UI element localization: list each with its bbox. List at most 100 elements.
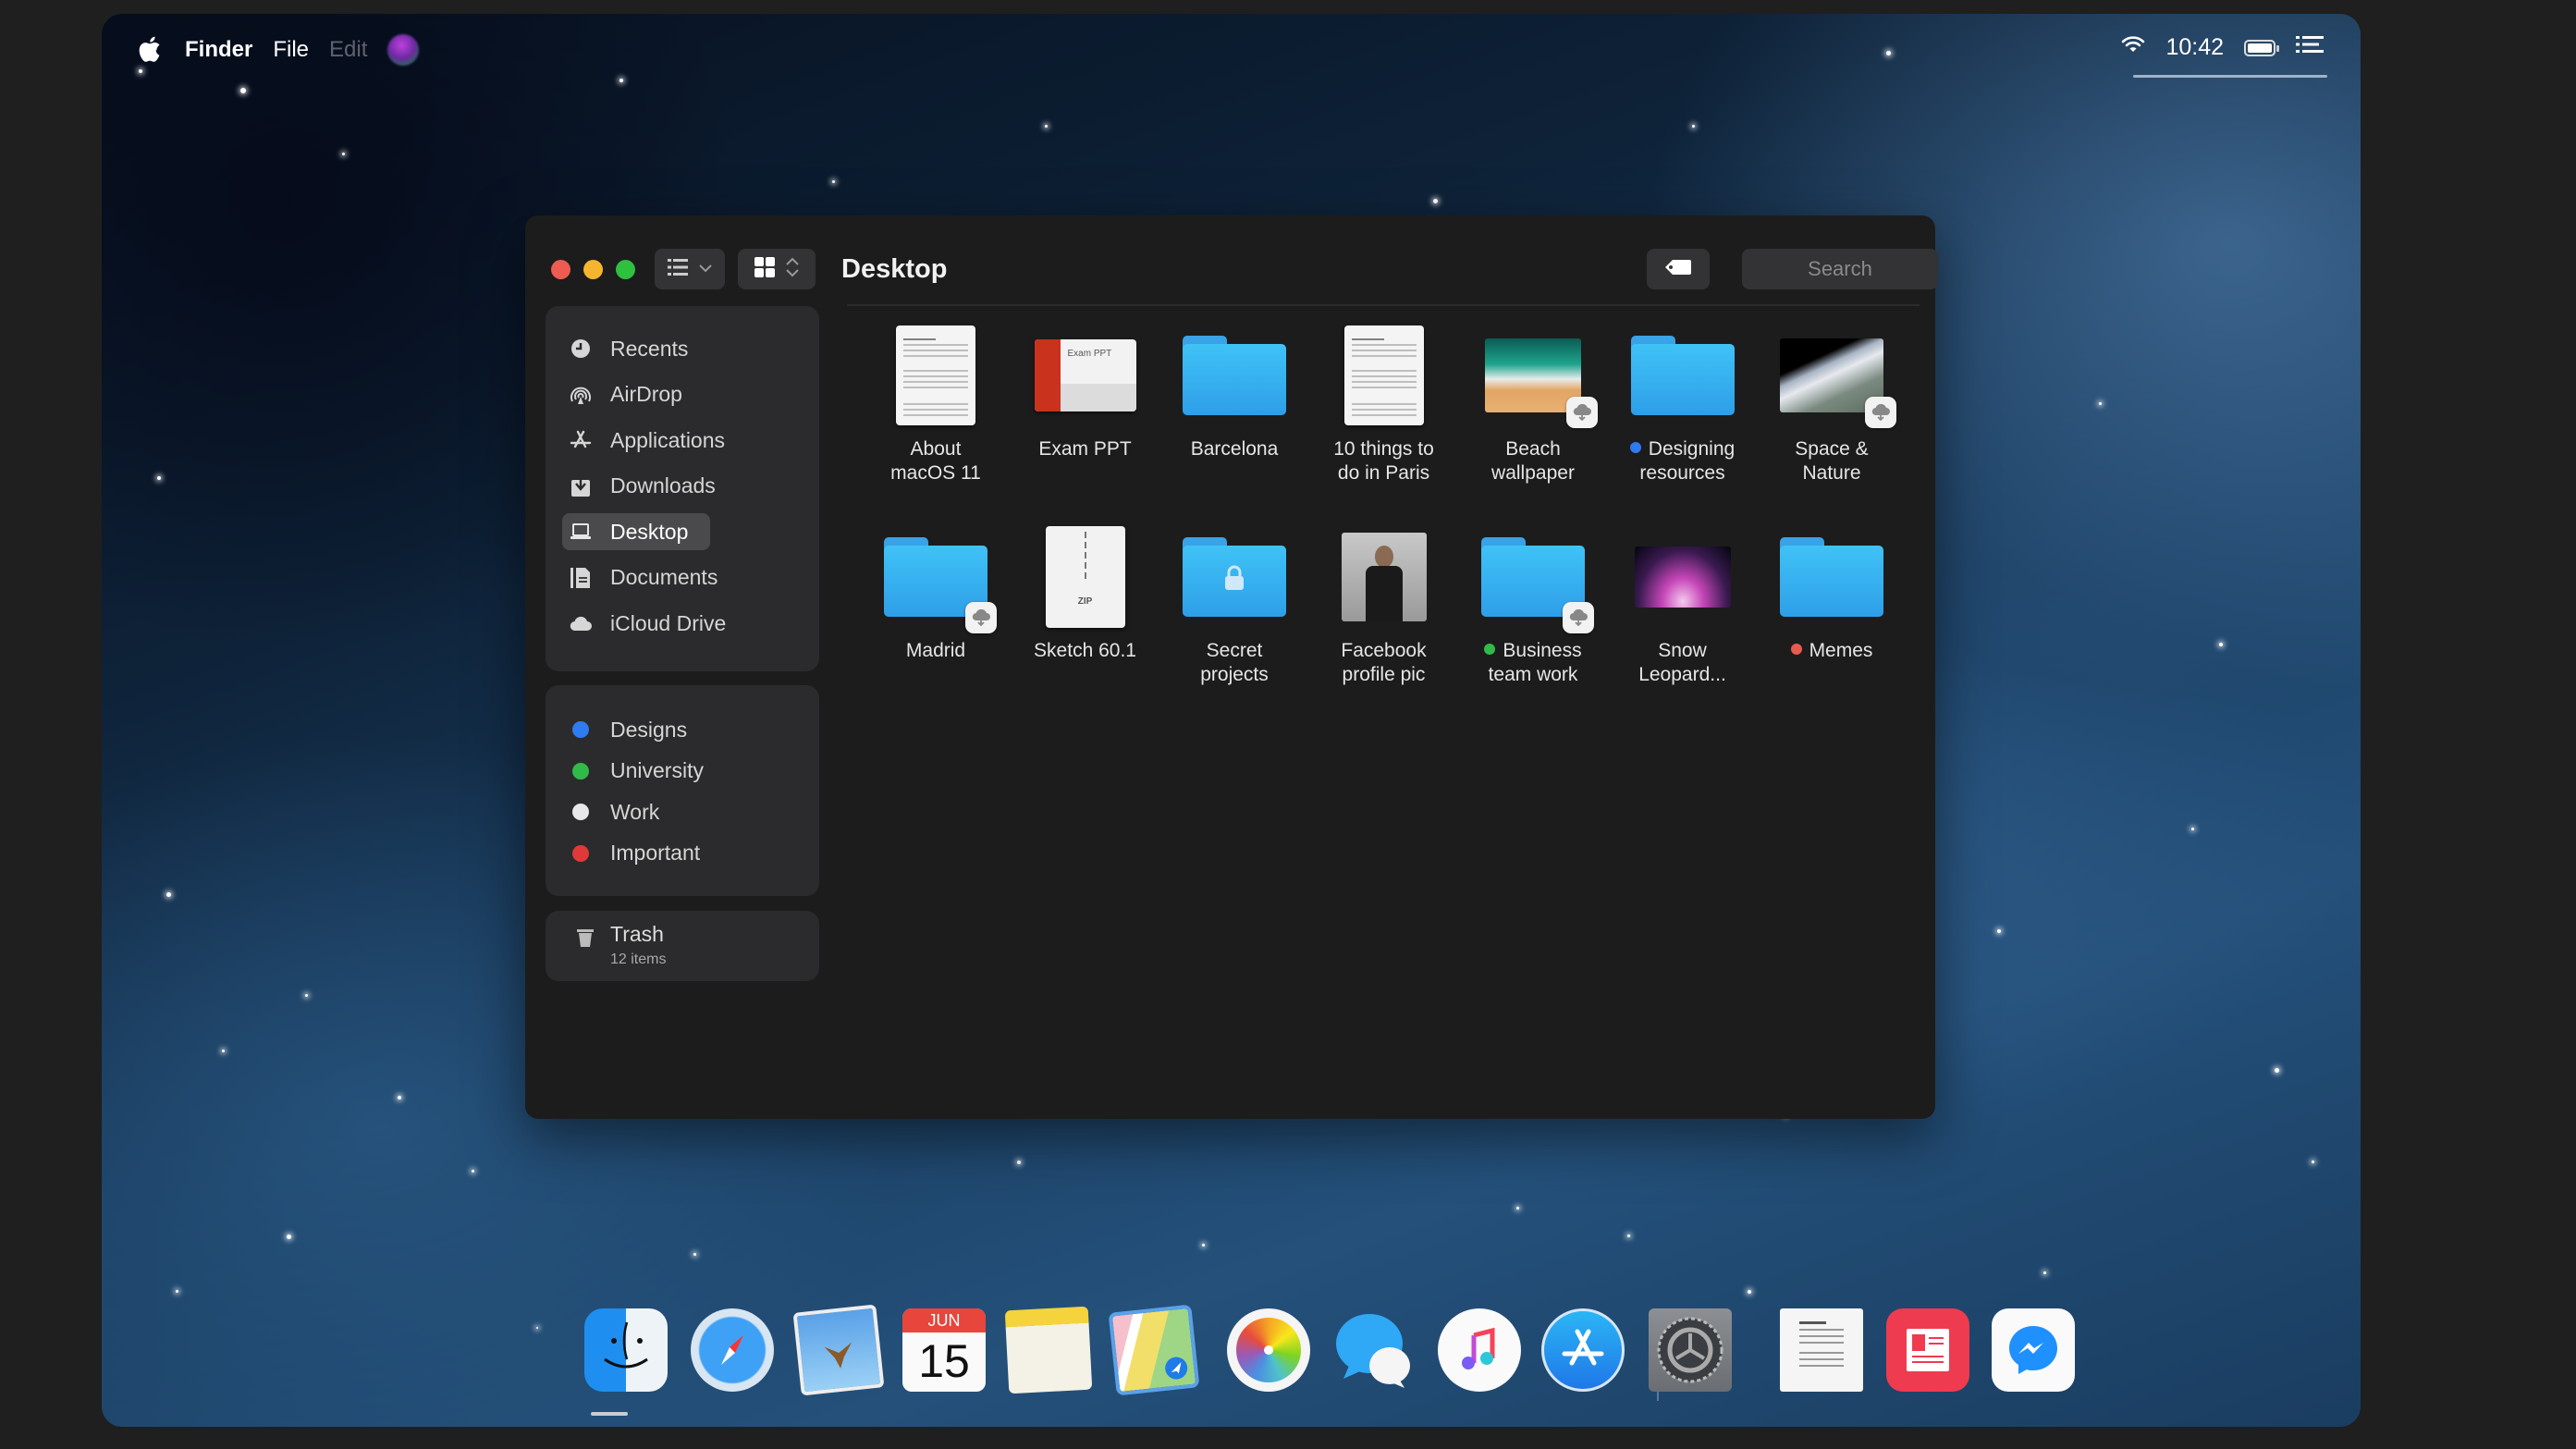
- tag-button[interactable]: [1647, 249, 1710, 289]
- file-name-label: Exam PPT: [1038, 438, 1132, 460]
- sidebar-tag-university[interactable]: University: [562, 753, 704, 790]
- icloud-download-icon[interactable]: [1865, 397, 1896, 428]
- clock-time[interactable]: 10:42: [2165, 34, 2224, 61]
- file-name-label: Business team work: [1459, 639, 1607, 687]
- sidebar-favorites: Recents AirDrop Applications Downloads Deskt…: [546, 306, 819, 671]
- file-item-business-team-work[interactable]: Business team work: [1459, 517, 1607, 687]
- minimize-button[interactable]: [583, 260, 603, 279]
- list-icon: [668, 258, 688, 281]
- zip-thumbnail: ZIP: [1045, 526, 1125, 628]
- file-item-memes[interactable]: Memes: [1758, 517, 1906, 663]
- safari-icon[interactable]: [691, 1308, 774, 1392]
- sidebar-tag-work[interactable]: Work: [562, 793, 659, 830]
- menu-edit[interactable]: Edit: [329, 37, 367, 63]
- sidebar-trash[interactable]: Trash 12 items: [546, 911, 819, 981]
- sidebar-tag-important[interactable]: Important: [562, 835, 700, 872]
- list-view-button[interactable]: [655, 249, 725, 289]
- icloud-download-icon[interactable]: [965, 602, 997, 633]
- messenger-icon[interactable]: [1992, 1308, 2075, 1392]
- sidebar-item-icloud-drive[interactable]: iCloud Drive: [562, 605, 726, 642]
- icon-view-button[interactable]: [738, 249, 816, 289]
- finder-window: Desktop Search Recents AirDrop Application…: [525, 215, 1938, 1119]
- file-item-about-macos-11[interactable]: About macOS 11: [862, 315, 1010, 485]
- menu-file[interactable]: File: [273, 37, 309, 63]
- star: [472, 1170, 474, 1173]
- preview-icon[interactable]: [792, 1304, 885, 1396]
- grid-icon: [754, 256, 775, 282]
- sidebar-item-downloads[interactable]: Downloads: [562, 468, 716, 505]
- messages-icon[interactable]: [1332, 1308, 1416, 1392]
- presentation-thumbnail: Exam PPT: [1034, 339, 1136, 411]
- file-item-snow-leopard[interactable]: Snow Leopard...: [1609, 517, 1757, 687]
- star: [2191, 828, 2194, 830]
- window-title: Desktop: [841, 254, 948, 284]
- file-item-madrid[interactable]: Madrid: [862, 517, 1010, 663]
- app-store-icon[interactable]: [1541, 1308, 1625, 1392]
- trash-count: 12 items: [610, 952, 667, 967]
- close-button[interactable]: [551, 260, 570, 279]
- calendar-icon[interactable]: JUN 15: [902, 1308, 986, 1392]
- star: [342, 153, 345, 155]
- sidebar-item-label: Applications: [610, 427, 726, 452]
- star: [1748, 1290, 1751, 1294]
- wifi-icon[interactable]: [2121, 34, 2145, 61]
- file-item-exam-ppt[interactable]: Exam PPT Exam PPT: [1012, 315, 1159, 461]
- calendar-day: 15: [918, 1335, 970, 1387]
- star: [1202, 1244, 1205, 1246]
- sidebar-item-desktop[interactable]: Desktop: [562, 513, 711, 550]
- apple-logo-icon[interactable]: [139, 34, 165, 66]
- file-name-label: Space & Nature: [1795, 438, 1869, 484]
- star: [693, 1253, 696, 1256]
- icloud-download-icon[interactable]: [1563, 602, 1594, 633]
- star: [2312, 1160, 2314, 1163]
- sidebar-tag-label: Designs: [610, 717, 688, 742]
- star: [2275, 1068, 2279, 1073]
- finder-running-indicator: [591, 1412, 628, 1416]
- search-input[interactable]: Search: [1742, 249, 1938, 289]
- star: [1516, 1207, 1519, 1210]
- sidebar-tag-label: Work: [610, 799, 660, 824]
- desktop-icon: [562, 523, 599, 540]
- siri-orb-icon[interactable]: [387, 34, 420, 66]
- maps-icon[interactable]: [1108, 1304, 1200, 1396]
- file-name-label: Snow Leopard...: [1638, 640, 1726, 685]
- file-item-designing-resources[interactable]: Designing resources: [1609, 315, 1757, 485]
- file-item-sketch-60-1[interactable]: ZIP Sketch 60.1: [1012, 517, 1159, 663]
- sidebar-tag-designs[interactable]: Designs: [562, 711, 687, 748]
- file-name-label: Beach wallpaper: [1491, 438, 1575, 484]
- star: [2219, 643, 2223, 646]
- music-icon[interactable]: [1438, 1308, 1521, 1392]
- star: [157, 476, 161, 480]
- file-item-space-nature[interactable]: Space & Nature: [1758, 315, 1906, 485]
- sidebar-item-recents[interactable]: Recents: [562, 330, 688, 367]
- star: [1692, 125, 1695, 128]
- notes-icon[interactable]: [1004, 1306, 1093, 1394]
- file-item-secret-projects[interactable]: Secret projects: [1160, 517, 1308, 687]
- file-name-label: Designing resources: [1609, 437, 1757, 485]
- menu-bar-indicator: [2133, 75, 2327, 78]
- star: [1017, 1160, 1021, 1164]
- icloud-download-icon[interactable]: [1566, 397, 1598, 428]
- sidebar-item-documents[interactable]: Documents: [562, 559, 718, 596]
- file-item-beach-wallpaper[interactable]: Beach wallpaper: [1459, 315, 1607, 485]
- battery-icon[interactable]: [2244, 39, 2279, 56]
- file-item-10-things-to-do-in-paris[interactable]: 10 things to do in Paris: [1310, 315, 1458, 485]
- file-item-facebook-profile-pic[interactable]: Facebook profile pic: [1310, 517, 1458, 687]
- control-center-list-icon[interactable]: [2296, 34, 2324, 61]
- sidebar-item-applications[interactable]: Applications: [562, 422, 725, 459]
- zoom-button[interactable]: [616, 260, 635, 279]
- photo-thumbnail: [1341, 533, 1427, 621]
- file-item-barcelona[interactable]: Barcelona: [1160, 315, 1308, 461]
- menu-bar: Finder File Edit 10:42: [102, 14, 2361, 88]
- finder-icon[interactable]: [584, 1308, 668, 1392]
- menu-app-name[interactable]: Finder: [185, 37, 252, 63]
- file-name-label: Memes: [1758, 639, 1906, 663]
- sidebar-item-airdrop[interactable]: AirDrop: [562, 376, 682, 413]
- document-stack-icon[interactable]: [1780, 1308, 1863, 1392]
- system-preferences-icon[interactable]: [1649, 1308, 1732, 1392]
- file-name-label: 10 things to do in Paris: [1333, 438, 1434, 484]
- star: [166, 892, 171, 897]
- news-icon[interactable]: [1886, 1308, 1969, 1392]
- photos-icon[interactable]: [1227, 1308, 1310, 1392]
- document-thumbnail: [1343, 325, 1424, 425]
